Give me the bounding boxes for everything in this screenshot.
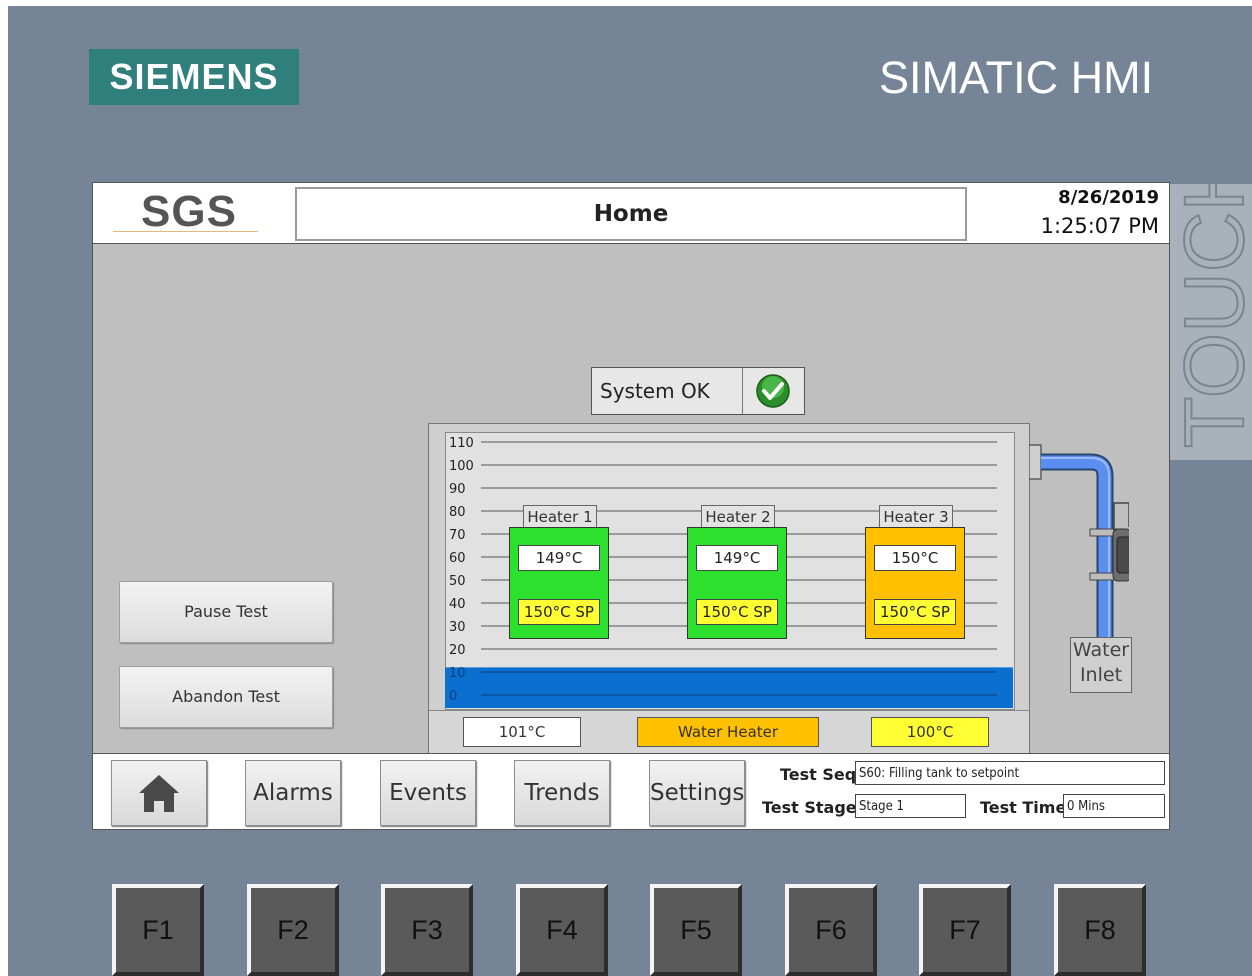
footer-bar: Alarms Events Trends Settings Test Seq S…	[93, 753, 1169, 829]
page-title-box: Home	[295, 187, 967, 241]
home-button[interactable]	[111, 760, 207, 826]
heater-1-body: 149°C 150°C SP	[509, 527, 609, 639]
water-tank: 110 100 90 80 70 60 50 40 30 20 10 0 Heater 1 149°C…	[428, 423, 1030, 753]
check-icon	[756, 374, 790, 408]
heater-2-label: Heater 2	[701, 505, 775, 529]
heater-3-label: Heater 3	[879, 505, 953, 529]
page-title: Home	[593, 201, 669, 227]
water-inlet-line1: Water	[1072, 639, 1130, 661]
settings-button[interactable]: Settings	[649, 760, 745, 826]
sgs-logo: SGS	[113, 187, 263, 239]
test-stage-label: Test Stage	[762, 798, 857, 817]
scale-tick-label: 90	[449, 482, 466, 497]
scale-tick-label: 70	[449, 528, 466, 543]
time-display: 1:25:07 PM	[1040, 214, 1159, 238]
function-key-f1[interactable]: F1	[112, 884, 204, 976]
function-key-f8[interactable]: F8	[1054, 884, 1146, 976]
test-stage-field: Stage 1	[855, 794, 966, 818]
scale-tick-label: 30	[449, 620, 466, 635]
scale-tick-label: 80	[449, 505, 466, 520]
heater-3-body: 150°C 150°C SP	[865, 527, 965, 639]
siemens-logo: SIEMENS	[89, 49, 299, 105]
test-time-field: 0 Mins	[1063, 794, 1165, 818]
date-display: 8/26/2019	[1058, 187, 1159, 208]
home-icon	[139, 775, 179, 812]
simatic-hmi-label: SIMATIC HMI	[879, 52, 1154, 103]
water-temp-readout: 101°C	[463, 717, 581, 747]
water-inlet-pipe-icon	[1029, 444, 1129, 637]
touch-label: TOUCH	[1168, 184, 1252, 460]
test-seq-label: Test Seq	[780, 765, 857, 784]
function-key-f6[interactable]: F6	[785, 884, 877, 976]
alarms-button[interactable]: Alarms	[245, 760, 341, 826]
scale-tick-label: 50	[449, 574, 466, 589]
sgs-logo-text: SGS	[141, 187, 237, 236]
touch-text: TOUCH	[1168, 184, 1252, 449]
water-heater-indicator: Water Heater	[637, 717, 819, 747]
abandon-test-button[interactable]: Abandon Test	[119, 666, 333, 728]
water-inlet-line2: Inlet	[1079, 664, 1123, 686]
scale-tick-label: 0	[449, 689, 457, 704]
status-divider	[742, 368, 743, 414]
heater-2-setpoint: 150°C SP	[696, 599, 778, 625]
water-inlet-label: Water Inlet	[1070, 637, 1132, 693]
hmi-frame: SIEMENS SIMATIC HMI TOUCH SGS Home 8/26/…	[8, 6, 1252, 976]
system-status-indicator: System OK	[591, 367, 805, 415]
test-time-label: Test Time	[980, 798, 1067, 817]
function-key-f4[interactable]: F4	[516, 884, 608, 976]
function-key-f7[interactable]: F7	[919, 884, 1011, 976]
logo-underline	[113, 231, 258, 232]
water-heater-setpoint: 100°C	[871, 717, 989, 747]
system-status-label: System OK	[600, 379, 710, 403]
scale-tick-label: 60	[449, 551, 466, 566]
heater-2-body: 149°C 150°C SP	[687, 527, 787, 639]
hmi-screen: SGS Home 8/26/2019 1:25:07 PM Pause Test…	[92, 182, 1170, 830]
tank-base: 101°C Water Heater 100°C	[429, 710, 1029, 753]
heater-1-temp: 149°C	[518, 545, 600, 571]
heater-3-setpoint: 150°C SP	[874, 599, 956, 625]
heater-3-temp: 150°C	[874, 545, 956, 571]
test-seq-field: S60: Filling tank to setpoint	[855, 761, 1165, 785]
events-button[interactable]: Events	[380, 760, 476, 826]
pause-test-button[interactable]: Pause Test	[119, 581, 333, 643]
trends-button[interactable]: Trends	[514, 760, 610, 826]
scale-tick-label: 110	[449, 436, 474, 451]
header-bar: SGS Home 8/26/2019 1:25:07 PM	[93, 183, 1169, 244]
scale-tick-label: 10	[449, 666, 466, 681]
scale-tick-label: 20	[449, 643, 466, 658]
function-key-f3[interactable]: F3	[381, 884, 473, 976]
water-level-fill	[445, 667, 1013, 708]
heater-1-label: Heater 1	[523, 505, 597, 529]
heater-2-temp: 149°C	[696, 545, 778, 571]
scale-tick-label: 100	[449, 459, 474, 474]
function-key-f2[interactable]: F2	[247, 884, 339, 976]
scale-tick-label: 40	[449, 597, 466, 612]
heater-1-setpoint: 150°C SP	[518, 599, 600, 625]
function-key-f5[interactable]: F5	[650, 884, 742, 976]
